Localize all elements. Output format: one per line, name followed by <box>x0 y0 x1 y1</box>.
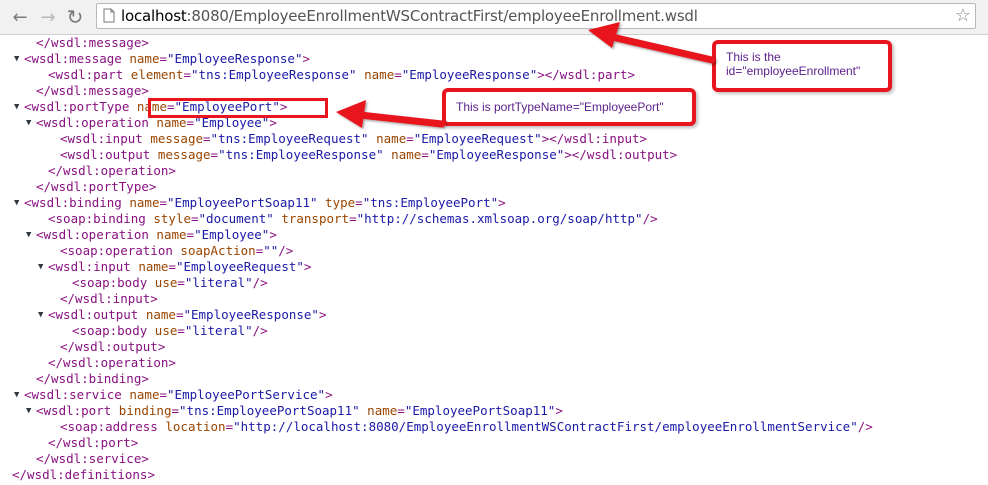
arrow-to-url <box>588 22 716 64</box>
annotation-arrows <box>336 22 716 128</box>
arrow-to-porttype <box>336 100 446 128</box>
